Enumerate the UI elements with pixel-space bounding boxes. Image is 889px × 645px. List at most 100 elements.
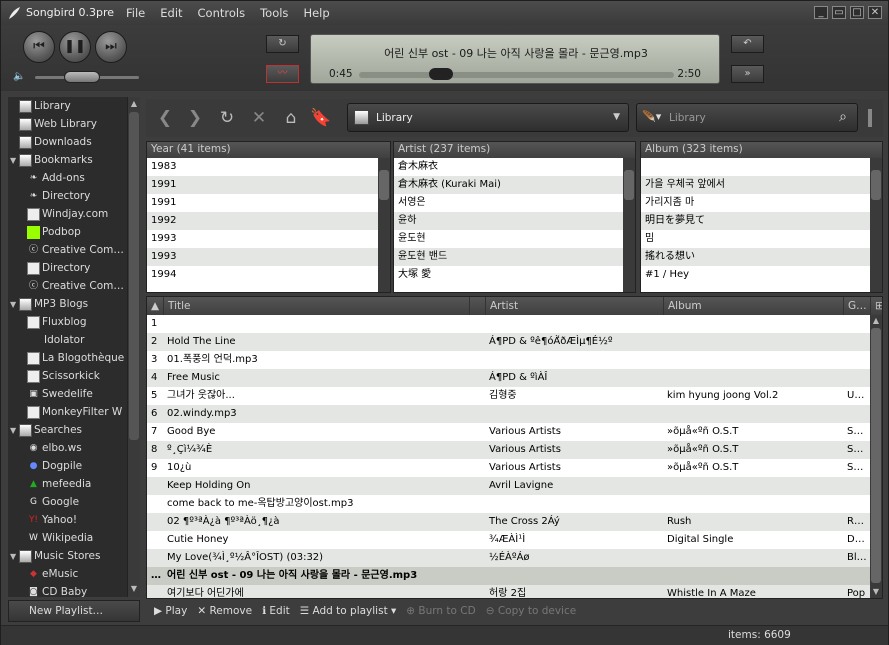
sidebar-item[interactable]: Downloads (10, 133, 92, 151)
sidebar-item[interactable]: ▼ Searches (10, 421, 82, 439)
sidebar-item[interactable]: Directory (27, 259, 90, 277)
seek-bar[interactable] (359, 72, 674, 78)
sidebar-item[interactable]: Y! Yahoo! (27, 511, 77, 529)
filter-header[interactable]: Album (323 items) (641, 142, 882, 158)
pause-button[interactable]: ❚❚ (59, 31, 91, 63)
column-genre[interactable]: G… (843, 297, 870, 315)
sidebar-item[interactable]: Web Library (10, 115, 97, 133)
filter-row[interactable] (641, 158, 870, 176)
edit-button[interactable]: ℹ Edit (262, 605, 290, 617)
search-icon[interactable]: ⌕ (839, 109, 847, 125)
sidebar-item[interactable]: Fluxblog (27, 313, 87, 331)
menu-controls[interactable]: Controls (198, 6, 246, 20)
track-row[interactable]: Cutie Honey ¾ÆÀÌ¹Ì Digital Single D… (147, 531, 870, 549)
menu-file[interactable]: File (126, 6, 145, 20)
track-row[interactable]: 4 Free Music Á¶PD & ºìÀÎ (147, 369, 870, 387)
filter-row[interactable]: 밈 (641, 230, 870, 248)
sidebar-item[interactable]: ⓒ Creative Com… (27, 241, 124, 259)
sidebar-item[interactable]: ❧ Add-ons (27, 169, 85, 187)
filter-scrollbar[interactable] (378, 158, 390, 292)
search-input[interactable] (669, 111, 819, 125)
sidebar-item[interactable]: MonkeyFilter W (27, 403, 122, 421)
sidebar-item[interactable]: ▼ Bookmarks (10, 151, 93, 169)
sidebar-item[interactable]: ⓒ Creative Com… (27, 277, 124, 295)
filter-row[interactable]: 1993 (147, 230, 378, 248)
play-button[interactable]: ▶ Play (154, 605, 187, 617)
location-bar[interactable]: Library ▼ (347, 103, 629, 132)
scroll-down-icon[interactable]: ▼ (128, 583, 140, 595)
filter-row[interactable]: 윤도현 (394, 230, 623, 248)
sidebar-item[interactable]: Library (10, 97, 71, 115)
filter-row[interactable]: 明日を夢見て (641, 212, 870, 230)
forward-button[interactable]: » (731, 65, 764, 83)
menu-tools[interactable]: Tools (260, 6, 288, 20)
track-row[interactable]: 8 º¸Çì¼¾È Various Artists »õµå«ºñ O.S.T S… (147, 441, 870, 459)
track-row[interactable]: Keep Holding On Avril Lavigne (147, 477, 870, 495)
new-playlist-button[interactable]: New Playlist… (8, 600, 140, 622)
scroll-thumb[interactable] (871, 170, 881, 200)
shuffle-button[interactable]: 〰 (266, 65, 299, 83)
twisty-icon[interactable]: ▼ (10, 156, 19, 165)
sidebar-scrollbar[interactable]: ▲ ▼ (127, 97, 140, 597)
filter-row[interactable]: 가리지좀 마 (641, 194, 870, 212)
previous-button[interactable]: ⏮ (23, 31, 55, 63)
track-row[interactable]: 2 Hold The Line Á¶PD & ºê¶óÀ̾ðÆÌµ¶É½º (147, 333, 870, 351)
filter-header[interactable]: Year (41 items) (147, 142, 390, 158)
track-row[interactable]: 1 (147, 315, 870, 333)
menu-help[interactable]: Help (303, 6, 329, 20)
filter-row[interactable]: 1991 (147, 194, 378, 212)
sidebar-item[interactable]: ▲ mefeedia (27, 475, 91, 493)
track-row[interactable]: 5 그녀가 웃잖아... 김형중 kim hyung joong Vol.2 U… (147, 387, 870, 405)
sidebar-item[interactable]: ● Dogpile (27, 457, 83, 475)
sidebar-item[interactable]: La Blogothèque (27, 349, 124, 367)
scroll-thumb[interactable] (379, 170, 389, 200)
sort-icon[interactable]: ▲ (147, 297, 163, 315)
sidebar-item[interactable]: ▼ Music Stores (10, 547, 100, 565)
scroll-thumb[interactable] (129, 112, 139, 440)
maximize-button[interactable]: □ (850, 6, 864, 19)
back-button[interactable]: ↶ (731, 35, 764, 53)
track-row[interactable]: come back to me-옥탑방고양이ost.mp3 (147, 495, 870, 513)
scroll-thumb[interactable] (871, 328, 881, 583)
sidebar-item[interactable]: Windjay.com (27, 205, 108, 223)
back-nav-icon[interactable]: ❮ (154, 107, 176, 129)
remove-button[interactable]: ✕ Remove (197, 605, 252, 617)
filter-row[interactable]: 1992 (147, 212, 378, 230)
track-row[interactable]: 02 ¶º³ªÀ¿à ¶º³ªÀö¸¶¿à The Cross 2Áý Rush R… (147, 513, 870, 531)
filter-row[interactable]: 윤도현 밴드 (394, 248, 623, 266)
twisty-icon[interactable]: ▼ (10, 426, 19, 435)
sidebar-item[interactable]: ▣ Swedelife (27, 385, 93, 403)
twisty-icon[interactable]: ▼ (10, 300, 19, 309)
sidebar-item[interactable]: ◙ CD Baby (27, 583, 87, 597)
track-row[interactable]: 3 01.폭풍의 언덕.mp3 (147, 351, 870, 369)
column-picker-icon[interactable]: ⊞ (870, 297, 882, 315)
filter-row[interactable]: 倉木麻衣 (Kuraki Mai) (394, 176, 623, 194)
sidebar-item[interactable]: G Google (27, 493, 79, 511)
scroll-up-icon[interactable]: ▲ (128, 98, 140, 110)
chevron-down-icon[interactable]: ▼ (613, 112, 620, 122)
add-to-playlist-button[interactable]: ☰ Add to playlist ▾ (300, 605, 397, 617)
column-album[interactable]: Album (663, 297, 843, 315)
filter-row[interactable]: 서영은 (394, 194, 623, 212)
filter-row[interactable]: 1993 (147, 248, 378, 266)
twisty-icon[interactable]: ▼ (10, 552, 19, 561)
sidebar-item[interactable]: Scissorkick (27, 367, 100, 385)
filter-row[interactable]: 搖れる想い (641, 248, 870, 266)
forward-nav-icon[interactable]: ❯ (184, 107, 206, 129)
restore-button[interactable]: ▭ (832, 6, 846, 19)
scroll-down-icon[interactable]: ▼ (870, 586, 882, 598)
sidebar-item[interactable]: Podbop (27, 223, 81, 241)
filter-row[interactable]: 가을 우체국 앞에서 (641, 176, 870, 194)
sidebar-item[interactable]: ▼ MP3 Blogs (10, 295, 88, 313)
track-row[interactable]: 9 10¿ù Various Artists »õµå«ºñ O.S.T S… (147, 459, 870, 477)
home-icon[interactable]: ⌂ (280, 107, 302, 129)
filter-row[interactable]: 윤하 (394, 212, 623, 230)
filter-row[interactable]: 倉木麻衣 (394, 158, 623, 176)
filter-row[interactable]: 1991 (147, 176, 378, 194)
scroll-thumb[interactable] (624, 170, 634, 200)
filter-scrollbar[interactable] (870, 158, 882, 292)
repeat-button[interactable]: ↻ (266, 35, 299, 53)
search-bar[interactable]: 🪶▾ ⌕ (636, 103, 858, 132)
search-engine-icon[interactable]: 🪶▾ (642, 110, 661, 123)
filter-header[interactable]: Artist (237 items) (394, 142, 635, 158)
